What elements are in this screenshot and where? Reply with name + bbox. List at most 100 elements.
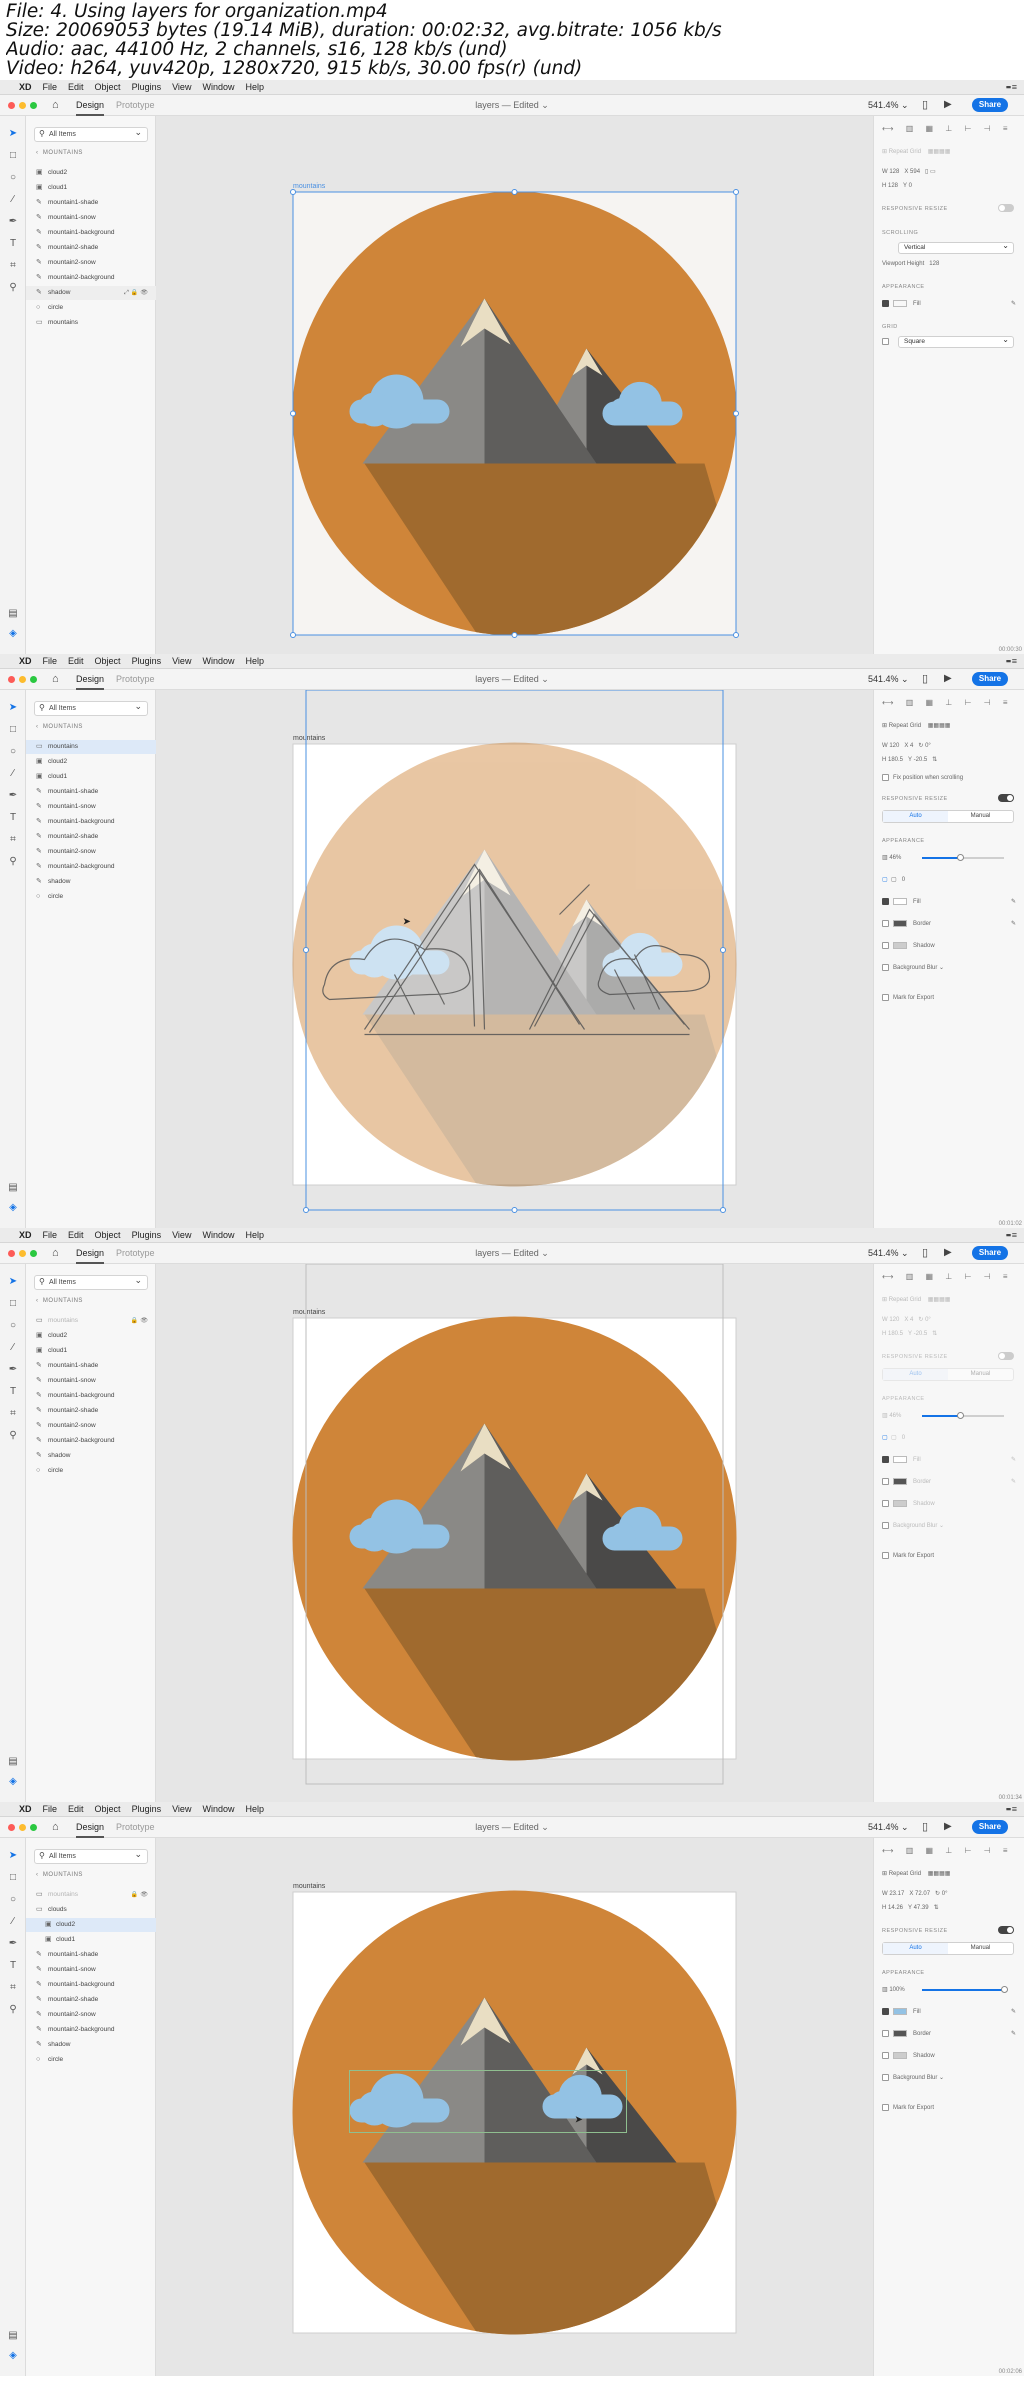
shadow-row[interactable]: Shadow <box>882 940 1016 952</box>
select-tool-icon[interactable]: ➤ <box>7 702 19 714</box>
artboard-header[interactable]: ‹ MOUNTAINS <box>36 1298 83 1304</box>
responsive-toggle[interactable] <box>998 204 1014 212</box>
border-row[interactable]: Border ✎ <box>882 2028 1016 2040</box>
shadow-checkbox[interactable] <box>882 1499 889 1507</box>
layers-icon[interactable]: ◈ <box>7 1202 19 1214</box>
layer-lock-visibility-icons[interactable]: 🔒👁 <box>131 1888 150 1902</box>
text-tool-icon[interactable]: T <box>7 1386 19 1398</box>
layer-row[interactable]: ✎ mountain1-snow <box>26 1963 156 1977</box>
zoom-level[interactable]: 541.4% ⌄ <box>868 1822 909 1833</box>
pen-tool-icon[interactable]: ✒ <box>7 1938 19 1950</box>
align-icons[interactable]: ⟷ ▥ ▦ ⊥ ⊢ ⊣ ≡ <box>882 698 1013 707</box>
mark-export-checkbox[interactable] <box>882 2103 889 2111</box>
opacity-row[interactable]: ▥ 46% <box>882 1410 1016 1422</box>
line-tool-icon[interactable]: ∕ <box>7 194 19 206</box>
play-icon[interactable]: ▶ <box>944 1247 952 1258</box>
play-icon[interactable]: ▶ <box>944 1821 952 1832</box>
menu-edit[interactable]: Edit <box>68 656 84 666</box>
resize-handle[interactable] <box>511 189 518 195</box>
layer-row[interactable]: ✎ mountain1-shade <box>26 1948 156 1962</box>
zoom-tool-icon[interactable]: ⚲ <box>7 1430 19 1442</box>
opacity-slider-knob[interactable] <box>1001 1986 1008 1993</box>
shadow-swatch[interactable] <box>893 1499 907 1507</box>
fill-checkbox[interactable] <box>882 2007 889 2015</box>
layer-lock-visibility-icons[interactable]: ⤢🔒👁 <box>124 286 150 300</box>
manual-option[interactable]: Manual <box>948 1369 1013 1380</box>
layer-row[interactable]: ✎ shadow ⤢🔒👁 <box>26 286 156 300</box>
pen-tool-icon[interactable]: ✒ <box>7 790 19 802</box>
shadow-row[interactable]: Shadow <box>882 1498 1016 1510</box>
align-icons[interactable]: ⟷ ▥ ▦ ⊥ ⊢ ⊣ ≡ <box>882 1846 1013 1855</box>
layer-row[interactable]: ▭ mountains 🔒👁 <box>26 1314 156 1328</box>
assets-icon[interactable]: ▤ <box>7 2330 19 2342</box>
menu-help[interactable]: Help <box>245 1804 264 1814</box>
zoom-level[interactable]: 541.4% ⌄ <box>868 100 909 111</box>
assets-icon[interactable]: ▤ <box>7 1756 19 1768</box>
menu-app[interactable]: XD <box>19 1230 32 1240</box>
artboard-label[interactable]: mountains <box>293 1309 326 1316</box>
border-swatch[interactable] <box>893 919 907 927</box>
size-position-row[interactable]: W 128 X 594 ▯ ▭ <box>882 166 1016 178</box>
artboard-tool-icon[interactable]: ⌗ <box>7 834 19 846</box>
layer-row[interactable]: ✎ mountain2-background <box>26 2023 156 2037</box>
menu-file[interactable]: File <box>43 1804 58 1814</box>
artboard-label[interactable]: mountains <box>293 1883 326 1890</box>
line-tool-icon[interactable]: ∕ <box>7 768 19 780</box>
layer-row[interactable]: ▣ cloud2 <box>26 166 156 180</box>
repeat-grid-button[interactable]: ⊞ Repeat Grid ▦▦▦▦ <box>882 1868 1016 1880</box>
responsive-toggle[interactable] <box>998 1352 1014 1360</box>
layer-row[interactable]: ▣ cloud1 <box>26 770 156 784</box>
layer-row[interactable]: ▭ clouds <box>26 1903 156 1917</box>
device-preview-icon[interactable]: ▯ <box>922 1246 928 1259</box>
size-position-row-2[interactable]: H 180.5 Y -20.5 ⇅ <box>882 754 1016 766</box>
opacity-slider[interactable] <box>922 1412 1004 1419</box>
resize-handle[interactable] <box>290 410 296 417</box>
menu-help[interactable]: Help <box>245 82 264 92</box>
line-tool-icon[interactable]: ∕ <box>7 1342 19 1354</box>
layer-row[interactable]: ✎ mountain1-background <box>26 1389 156 1403</box>
layer-row[interactable]: ✎ shadow <box>26 875 156 889</box>
rectangle-tool-icon[interactable]: □ <box>7 1872 19 1884</box>
canvas[interactable]: mountains ➤ <box>156 689 873 1228</box>
background-blur-checkbox[interactable] <box>882 963 889 971</box>
layer-row[interactable]: ✎ mountain1-shade <box>26 785 156 799</box>
rectangle-tool-icon[interactable]: □ <box>7 724 19 736</box>
layer-row[interactable]: ✎ mountain1-background <box>26 1978 156 1992</box>
artboard-header[interactable]: ‹ MOUNTAINS <box>36 1872 83 1878</box>
menu-app[interactable]: XD <box>19 82 32 92</box>
pen-tool-icon[interactable]: ✒ <box>7 1364 19 1376</box>
layer-lock-visibility-icons[interactable]: 🔒👁 <box>131 1314 150 1328</box>
corner-radius-icon[interactable]: ▢ <box>882 877 888 883</box>
select-tool-icon[interactable]: ➤ <box>7 1276 19 1288</box>
resize-mode-segment[interactable]: Auto Manual <box>882 1942 1014 1955</box>
assets-icon[interactable]: ▤ <box>7 1182 19 1194</box>
layer-row[interactable]: ○ circle <box>26 301 156 315</box>
share-button[interactable]: Share <box>972 1246 1008 1260</box>
zoom-tool-icon[interactable]: ⚲ <box>7 282 19 294</box>
menu-window[interactable]: Window <box>202 656 234 666</box>
select-tool-icon[interactable]: ➤ <box>7 1850 19 1862</box>
layer-row[interactable]: ▭ mountains <box>26 316 156 330</box>
menu-object[interactable]: Object <box>95 1804 121 1814</box>
eyedropper-icon[interactable]: ✎ <box>1011 2028 1016 2040</box>
rectangle-tool-icon[interactable]: □ <box>7 1298 19 1310</box>
shadow-checkbox[interactable] <box>882 2051 889 2059</box>
menu-file[interactable]: File <box>43 82 58 92</box>
resize-handle[interactable] <box>720 1207 726 1213</box>
layer-row[interactable]: ✎ mountain1-background <box>26 815 156 829</box>
artboard-label[interactable]: mountains <box>293 735 326 742</box>
eyedropper-icon[interactable]: ✎ <box>1011 1454 1016 1466</box>
fill-row[interactable]: Fill ✎ <box>882 298 1016 310</box>
menu-app[interactable]: XD <box>19 656 32 666</box>
layer-row[interactable]: ✎ mountain2-shade <box>26 1404 156 1418</box>
shadow-swatch[interactable] <box>893 941 907 949</box>
menu-window[interactable]: Window <box>202 1804 234 1814</box>
mark-export-row[interactable]: Mark for Export <box>882 2102 1016 2114</box>
device-preview-icon[interactable]: ▯ <box>922 98 928 111</box>
line-tool-icon[interactable]: ∕ <box>7 1916 19 1928</box>
menu-view[interactable]: View <box>172 656 191 666</box>
play-icon[interactable]: ▶ <box>944 673 952 684</box>
eyedropper-icon[interactable]: ✎ <box>1011 1476 1016 1488</box>
menu-view[interactable]: View <box>172 82 191 92</box>
layer-row[interactable]: ✎ mountain1-background <box>26 226 156 240</box>
